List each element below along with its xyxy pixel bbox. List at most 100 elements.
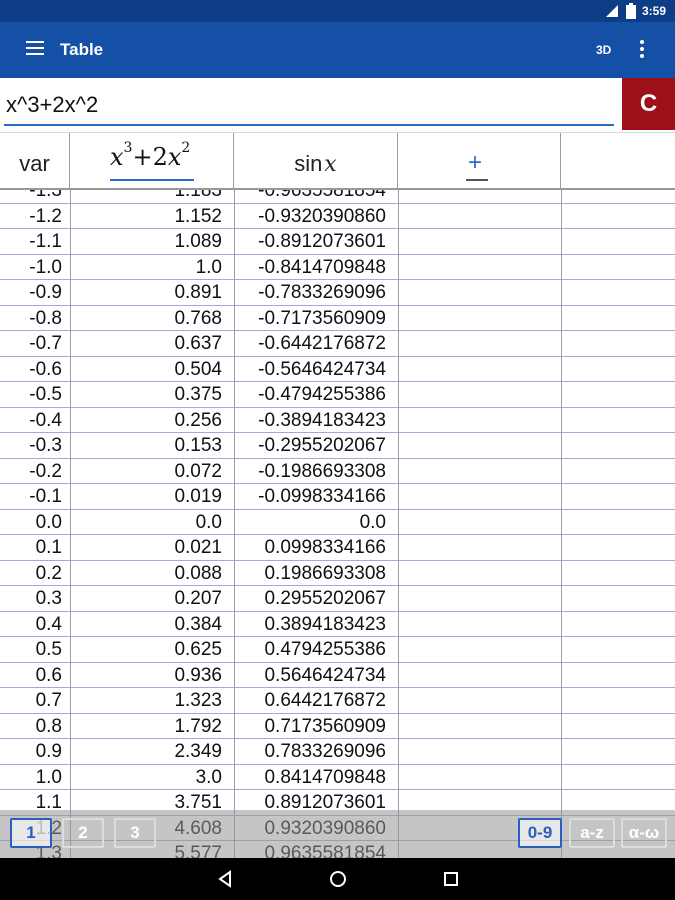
cell-f1[interactable]: 3.0 xyxy=(72,767,222,789)
table-row[interactable]: -1.3 1.183 -0.9635581854 xyxy=(0,190,675,204)
table-row[interactable]: 0.3 0.207 0.2955202067 xyxy=(0,586,675,612)
cell-f1[interactable]: 0.375 xyxy=(72,384,222,406)
cell-f1[interactable]: 0.625 xyxy=(72,639,222,661)
cell-f2[interactable]: 0.7173560909 xyxy=(236,716,386,738)
table-row[interactable]: -1.1 1.089 -0.8912073601 xyxy=(0,229,675,255)
cell-f1[interactable]: 2.349 xyxy=(72,741,222,763)
cell-f2[interactable]: 0.4794255386 xyxy=(236,639,386,661)
cell-var[interactable]: 0.0 xyxy=(4,512,62,534)
table-row[interactable]: 0.0 0.0 0.0 xyxy=(0,510,675,535)
keyboard-tab-2[interactable]: 2 xyxy=(62,818,104,848)
cell-f1[interactable]: 0.256 xyxy=(72,410,222,432)
cell-f2[interactable]: 0.3894183423 xyxy=(236,614,386,636)
more-options-icon[interactable] xyxy=(636,40,648,60)
cell-f1[interactable]: 0.637 xyxy=(72,333,222,355)
cell-f2[interactable]: -0.9320390860 xyxy=(236,206,386,228)
table-row[interactable]: -0.3 0.153 -0.2955202067 xyxy=(0,433,675,459)
table-row[interactable]: -0.4 0.256 -0.3894183423 xyxy=(0,408,675,433)
cell-var[interactable]: -0.2 xyxy=(4,461,62,483)
cell-f2[interactable]: 0.1986693308 xyxy=(236,563,386,585)
column-2-formula[interactable]: sin x xyxy=(234,151,397,177)
table-grid[interactable]: 1.35.5770.96355818541.24.6080.9320390860… xyxy=(0,190,675,858)
cell-var[interactable]: -0.6 xyxy=(4,359,62,381)
menu-icon[interactable] xyxy=(26,41,44,57)
cell-f2[interactable]: -0.6442176872 xyxy=(236,333,386,355)
cell-var[interactable]: 1.0 xyxy=(4,767,62,789)
cell-f2[interactable]: 0.2955202067 xyxy=(236,588,386,610)
cell-f2[interactable]: -0.3894183423 xyxy=(236,410,386,432)
cell-var[interactable]: 0.9 xyxy=(4,741,62,763)
cell-var[interactable]: 0.3 xyxy=(4,588,62,610)
cell-f1[interactable]: 0.0 xyxy=(72,512,222,534)
table-row[interactable]: -0.2 0.072 -0.1986693308 xyxy=(0,459,675,484)
cell-var[interactable]: -0.1 xyxy=(4,486,62,508)
cell-var[interactable]: -0.9 xyxy=(4,282,62,304)
cell-f2[interactable]: 0.0 xyxy=(236,512,386,534)
add-column-button[interactable]: + xyxy=(468,149,482,177)
cell-var[interactable]: 0.5 xyxy=(4,639,62,661)
cell-f1[interactable]: 1.323 xyxy=(72,690,222,712)
cell-var[interactable]: -0.8 xyxy=(4,308,62,330)
cell-var[interactable]: -0.3 xyxy=(4,435,62,457)
cell-f1[interactable]: 0.153 xyxy=(72,435,222,457)
cell-f2[interactable]: -0.1986693308 xyxy=(236,461,386,483)
cell-f1[interactable]: 0.504 xyxy=(72,359,222,381)
digits-keyboard-button[interactable]: 0-9 xyxy=(518,818,562,848)
table-row[interactable]: 0.2 0.088 0.1986693308 xyxy=(0,561,675,586)
keyboard-tab-1[interactable]: 1 xyxy=(10,818,52,848)
table-row[interactable]: 0.4 0.384 0.3894183423 xyxy=(0,612,675,637)
header-column-1[interactable]: x3+2x2 xyxy=(70,133,234,189)
table-row[interactable]: 0.6 0.936 0.5646424734 xyxy=(0,663,675,688)
table-row[interactable]: -0.1 0.019 -0.0998334166 xyxy=(0,484,675,510)
cell-f1[interactable]: 0.072 xyxy=(72,461,222,483)
table-row[interactable]: 0.8 1.792 0.7173560909 xyxy=(0,714,675,739)
cell-f1[interactable]: 1.152 xyxy=(72,206,222,228)
cell-var[interactable]: -0.7 xyxy=(4,333,62,355)
cell-var[interactable]: -0.5 xyxy=(4,384,62,406)
cell-f2[interactable]: -0.9635581854 xyxy=(236,190,386,202)
cell-var[interactable]: 0.2 xyxy=(4,563,62,585)
cell-var[interactable]: 0.6 xyxy=(4,665,62,687)
cell-f2[interactable]: -0.8414709848 xyxy=(236,257,386,279)
table-row[interactable]: 0.1 0.021 0.0998334166 xyxy=(0,535,675,561)
header-add-column[interactable]: + xyxy=(398,133,561,189)
cell-f1[interactable]: 1.792 xyxy=(72,716,222,738)
cell-f2[interactable]: -0.4794255386 xyxy=(236,384,386,406)
column-1-formula[interactable]: x3+2x2 xyxy=(110,140,190,171)
cell-f2[interactable]: -0.8912073601 xyxy=(236,231,386,253)
cell-var[interactable]: -1.0 xyxy=(4,257,62,279)
cell-f1[interactable]: 0.384 xyxy=(72,614,222,636)
cell-f1[interactable]: 0.021 xyxy=(72,537,222,559)
expression-input[interactable]: x^3+2x^2 xyxy=(6,92,98,118)
cell-f2[interactable]: -0.0998334166 xyxy=(236,486,386,508)
cell-f1[interactable]: 0.891 xyxy=(72,282,222,304)
table-row[interactable]: -0.9 0.891 -0.7833269096 xyxy=(0,280,675,306)
cell-f2[interactable]: 0.6442176872 xyxy=(236,690,386,712)
cell-var[interactable]: 0.4 xyxy=(4,614,62,636)
cell-f2[interactable]: 0.5646424734 xyxy=(236,665,386,687)
cell-f1[interactable]: 0.207 xyxy=(72,588,222,610)
clear-button[interactable]: C xyxy=(622,78,675,130)
cell-f2[interactable]: -0.2955202067 xyxy=(236,435,386,457)
cell-f1[interactable]: 1.183 xyxy=(72,190,222,202)
table-row[interactable]: -1.0 1.0 -0.8414709848 xyxy=(0,255,675,280)
letters-keyboard-button[interactable]: a-z xyxy=(569,818,615,848)
cell-f1[interactable]: 0.936 xyxy=(72,665,222,687)
cell-var[interactable]: 0.7 xyxy=(4,690,62,712)
table-row[interactable]: 0.9 2.349 0.7833269096 xyxy=(0,739,675,765)
table-row[interactable]: -0.8 0.768 -0.7173560909 xyxy=(0,306,675,331)
cell-f2[interactable]: -0.7833269096 xyxy=(236,282,386,304)
table-row[interactable]: 0.7 1.323 0.6442176872 xyxy=(0,688,675,714)
back-icon[interactable] xyxy=(214,868,236,890)
table-row[interactable]: -1.2 1.152 -0.9320390860 xyxy=(0,204,675,229)
keyboard-tab-3[interactable]: 3 xyxy=(114,818,156,848)
recents-icon[interactable] xyxy=(440,868,462,890)
table-row[interactable]: -0.7 0.637 -0.6442176872 xyxy=(0,331,675,357)
home-icon[interactable] xyxy=(327,868,349,890)
cell-f2[interactable]: 0.0998334166 xyxy=(236,537,386,559)
cell-f2[interactable]: -0.7173560909 xyxy=(236,308,386,330)
cell-var[interactable]: -0.4 xyxy=(4,410,62,432)
cell-f1[interactable]: 0.768 xyxy=(72,308,222,330)
cell-f1[interactable]: 1.0 xyxy=(72,257,222,279)
cell-var[interactable]: -1.1 xyxy=(4,231,62,253)
